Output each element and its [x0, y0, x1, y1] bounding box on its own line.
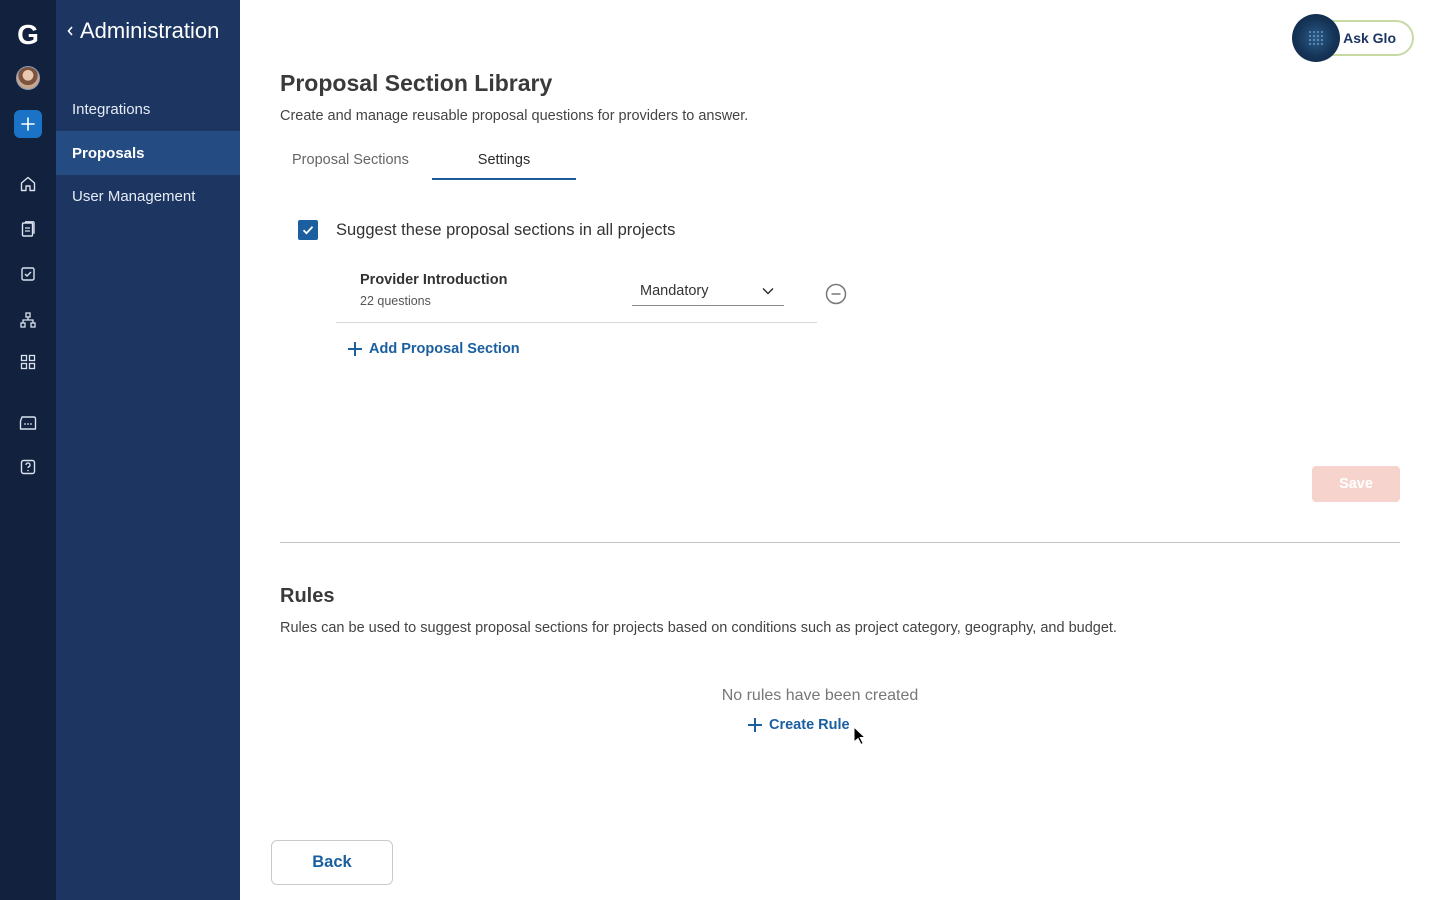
avatar[interactable]: [16, 66, 40, 90]
rules-empty-state: No rules have been created: [721, 687, 919, 704]
page-title: Proposal Section Library: [280, 70, 553, 96]
remove-section-button[interactable]: [825, 283, 847, 305]
create-rule-button[interactable]: Create Rule: [747, 717, 850, 733]
glo-orb-icon[interactable]: [1292, 14, 1340, 62]
ask-glo-widget[interactable]: Ask Glo: [1292, 14, 1416, 62]
create-new-button[interactable]: [14, 110, 42, 138]
main-content: Ask Glo Proposal Section Library Create …: [240, 0, 1440, 900]
back-button[interactable]: Back: [271, 840, 393, 885]
chevron-down-icon: [762, 287, 774, 295]
page-subtitle: Create and manage reusable proposal ques…: [280, 108, 749, 124]
save-button[interactable]: Save: [1312, 466, 1400, 502]
sidebar-title: Administration: [80, 18, 220, 43]
org-chart-icon[interactable]: [0, 302, 56, 338]
tab-bar: Proposal Sections Settings: [280, 146, 576, 180]
plus-icon: [348, 342, 362, 356]
tab-settings[interactable]: Settings: [432, 146, 576, 180]
admin-sidebar: Administration Integrations Proposals Us…: [56, 0, 240, 900]
plus-icon: [748, 718, 762, 732]
chat-icon[interactable]: [0, 405, 56, 441]
checkbox-icon[interactable]: [0, 256, 56, 292]
suggest-sections-row: Suggest these proposal sections in all p…: [298, 220, 675, 240]
requirement-select[interactable]: Mandatory: [632, 276, 784, 306]
checkmark-icon: [302, 226, 314, 235]
add-proposal-section-button[interactable]: Add Proposal Section: [347, 341, 520, 357]
app-logo[interactable]: G: [14, 20, 42, 50]
rules-description: Rules can be used to suggest proposal se…: [280, 620, 1117, 636]
section-name: Provider Introduction: [360, 272, 508, 288]
suggest-sections-label: Suggest these proposal sections in all p…: [336, 220, 676, 239]
minus-circle-icon: [825, 283, 847, 305]
add-proposal-section-label: Add Proposal Section: [369, 341, 520, 357]
clipboard-icon[interactable]: [0, 211, 56, 247]
chevron-left-icon[interactable]: [66, 25, 74, 37]
home-icon[interactable]: [0, 166, 56, 202]
rules-title: Rules: [280, 585, 335, 607]
sidebar-header: Administration: [66, 18, 219, 44]
grid-icon[interactable]: [0, 344, 56, 380]
sidebar-item-user-management[interactable]: User Management: [56, 174, 240, 218]
icon-rail: G: [0, 0, 56, 900]
help-icon[interactable]: [0, 449, 56, 485]
suggest-sections-checkbox[interactable]: [298, 220, 318, 240]
requirement-select-value: Mandatory: [640, 282, 709, 299]
section-divider: [280, 542, 1400, 543]
sidebar-item-proposals[interactable]: Proposals: [56, 131, 240, 175]
proposal-section-row: Provider Introduction 22 questions Manda…: [336, 262, 817, 323]
section-question-count: 22 questions: [360, 294, 431, 308]
tab-proposal-sections[interactable]: Proposal Sections: [280, 146, 432, 180]
create-rule-label: Create Rule: [769, 717, 850, 733]
plus-icon: [21, 117, 35, 131]
mouse-cursor-icon: [853, 726, 867, 746]
sidebar-item-integrations[interactable]: Integrations: [56, 87, 240, 131]
